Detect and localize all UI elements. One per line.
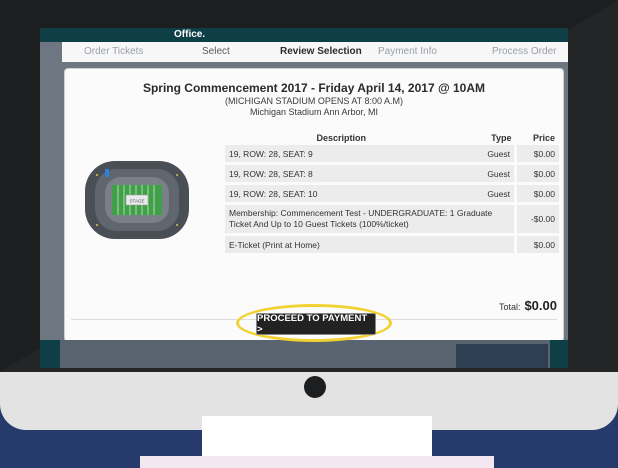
step-select[interactable]: Select <box>202 46 230 57</box>
table-row: E-Ticket (Print at Home) $0.00 <box>225 234 559 256</box>
table-row: 19, ROW: 28, SEAT: 10 Guest $0.00 <box>225 183 559 205</box>
total-label: Total: <box>498 302 521 312</box>
row-description: 19, ROW: 28, SEAT: 9 <box>225 145 458 165</box>
table-row: Membership: Commencement Test - UNDERGRA… <box>225 203 559 236</box>
table-row: 19, ROW: 28, SEAT: 8 Guest $0.00 <box>225 163 559 185</box>
row-description: E-Ticket (Print at Home) <box>225 234 516 256</box>
selection-table: Description Type Price 19, ROW: 28, SEAT… <box>225 131 559 256</box>
review-selection-panel: Spring Commencement 2017 - Friday April … <box>64 68 564 342</box>
office-text: Office. <box>174 29 206 40</box>
row-type: Guest <box>457 183 516 205</box>
background-nav-block <box>456 344 548 368</box>
step-process-order[interactable]: Process Order <box>492 46 556 57</box>
monitor-screen: Office. Order Tickets Select Review Sele… <box>40 28 568 368</box>
row-price: $0.00 <box>514 145 559 165</box>
order-total: Total: $0.00 <box>499 298 557 313</box>
stadium-seat-map: STAGE <box>85 161 189 239</box>
column-price: Price <box>532 133 555 143</box>
row-price: -$0.00 <box>514 203 559 236</box>
row-description: Membership: Commencement Test - UNDERGRA… <box>225 203 516 236</box>
stage-label: STAGE <box>130 199 145 204</box>
site-top-strip: Office. <box>40 28 568 42</box>
event-title: Spring Commencement 2017 - Friday April … <box>142 81 486 95</box>
event-opens-note: (MICHIGAN STADIUM OPENS AT 8:00 A.M) <box>224 96 404 106</box>
step-order-tickets[interactable]: Order Tickets <box>84 46 143 57</box>
row-price: $0.00 <box>514 183 559 205</box>
monitor-illustration: Office. Order Tickets Select Review Sele… <box>0 0 618 468</box>
row-description: 19, ROW: 28, SEAT: 10 <box>225 183 458 205</box>
step-review-selection[interactable]: Review Selection <box>280 46 362 57</box>
event-venue: Michigan Stadium Ann Arbor, MI <box>249 107 379 117</box>
proceed-highlight: PROCEED TO PAYMENT > <box>236 304 394 344</box>
table-row: 19, ROW: 28, SEAT: 9 Guest $0.00 <box>225 145 559 165</box>
row-price: $0.00 <box>514 163 559 185</box>
row-price: $0.00 <box>514 234 559 256</box>
monitor-base <box>140 456 494 468</box>
step-payment-info[interactable]: Payment Info <box>378 46 437 57</box>
total-value: $0.00 <box>524 298 557 313</box>
row-type: Guest <box>457 145 516 165</box>
column-description: Description <box>316 133 366 143</box>
row-type: Guest <box>457 163 516 185</box>
row-description: 19, ROW: 28, SEAT: 8 <box>225 163 458 185</box>
proceed-to-payment-button[interactable]: PROCEED TO PAYMENT > <box>256 313 376 335</box>
monitor-button <box>304 376 326 398</box>
column-type: Type <box>491 133 512 143</box>
